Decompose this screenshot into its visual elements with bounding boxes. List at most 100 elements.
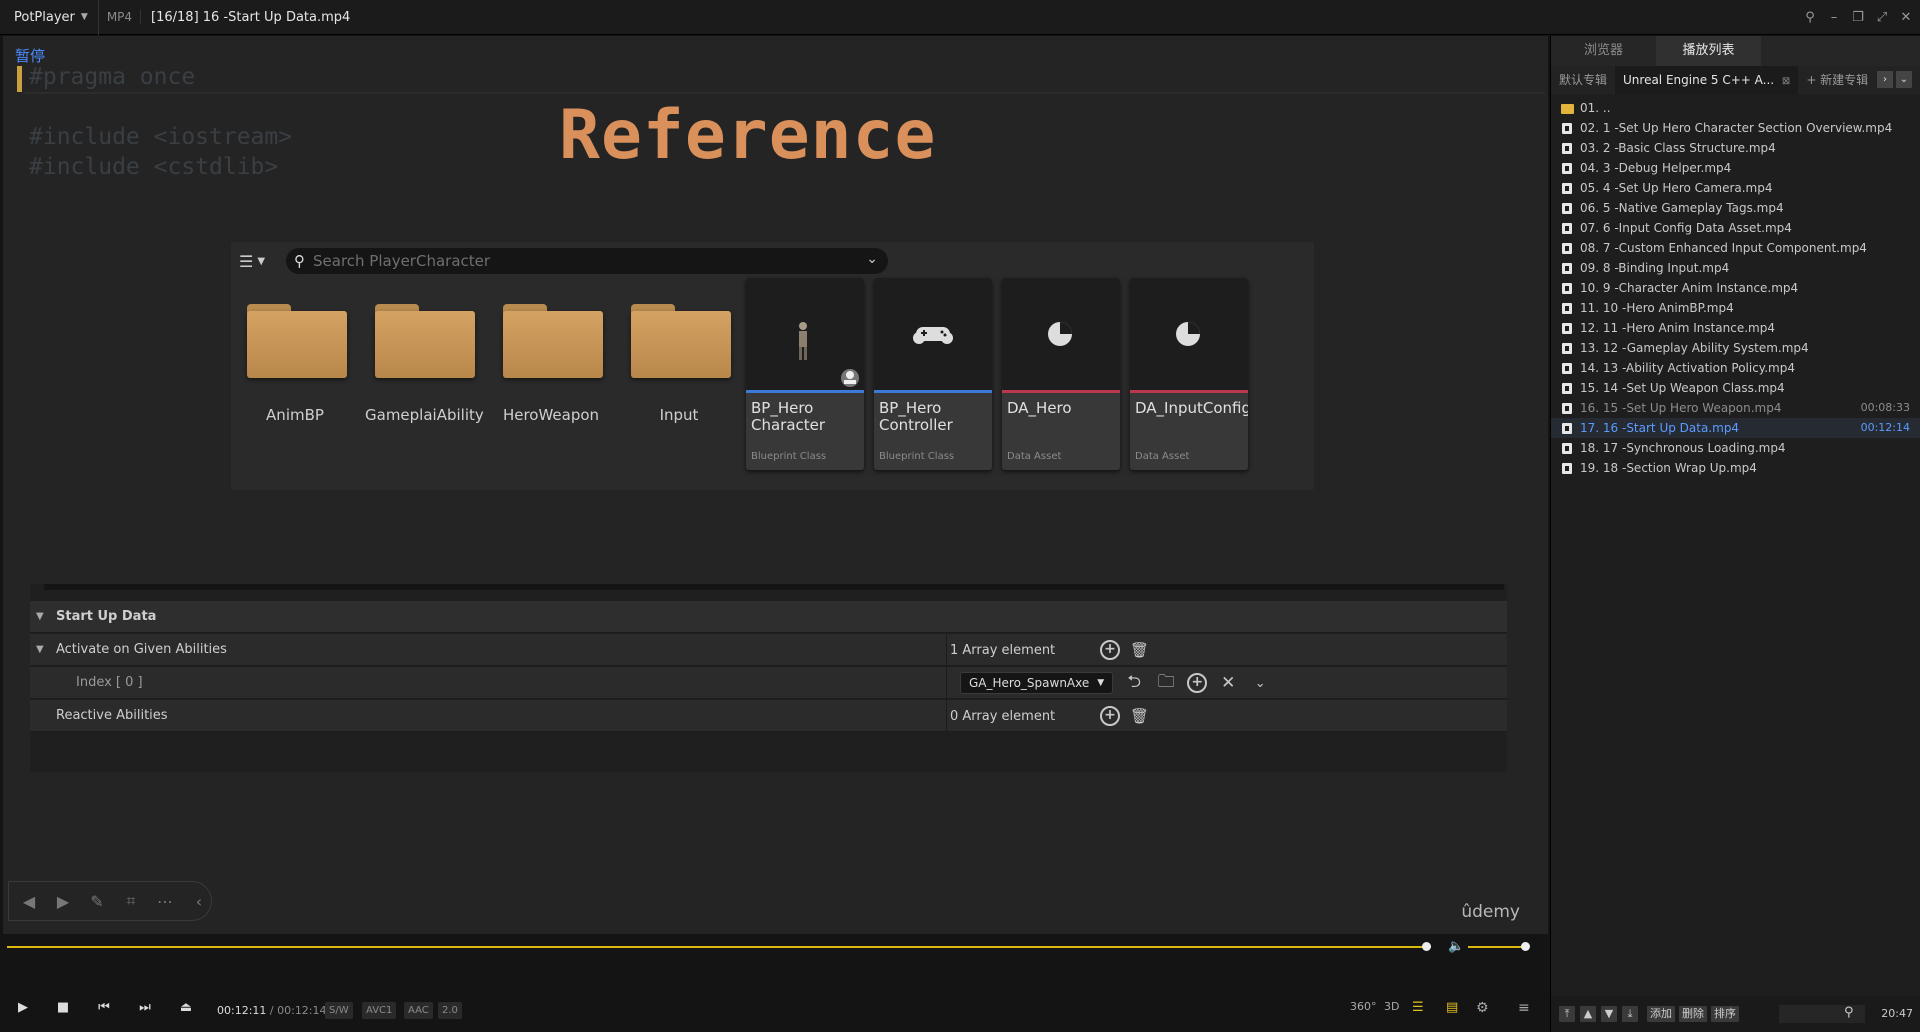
asset-tile[interactable]: DA_InputConfig Data Asset [1130,278,1248,470]
playlist-item[interactable]: 06. 5 -Native Gameplay Tags.mp4 [1551,198,1920,218]
seek-bar[interactable] [7,946,1431,948]
property-row[interactable]: Index [ 0 ] GA_Hero_SpawnAxe ▼ ⮌ 🗀 + ✕ ⌄ [30,667,1507,699]
add-element-icon[interactable]: + [1100,640,1120,660]
collapse-icon: ▼ [36,611,44,622]
subtitle-icon[interactable]: ▤ [1446,1000,1458,1015]
folder-item[interactable]: AnimBP [237,278,353,468]
chevron-down-icon[interactable]: ⌄ [1896,71,1912,88]
settings-icon[interactable]: ⚙ [1476,1000,1489,1016]
move-top-icon[interactable]: ⤒ [1559,1006,1575,1022]
folder-item[interactable]: Input [621,278,737,468]
previous-icon[interactable]: ⏮ [93,1000,115,1022]
playlist-item[interactable]: 14. 13 -Ability Activation Policy.mp4 [1551,358,1920,378]
playlist-item[interactable]: 07. 6 -Input Config Data Asset.mp4 [1551,218,1920,238]
add-button[interactable]: 添加 [1647,1006,1675,1022]
file-icon [1562,243,1572,254]
playlist-item[interactable]: 19. 18 -Section Wrap Up.mp4 [1551,458,1920,478]
eject-icon[interactable]: ⏏ [175,1000,197,1022]
sort-button[interactable]: 排序 [1711,1006,1739,1022]
use-selected-icon[interactable]: ⮌ [1123,669,1145,698]
playlist-item[interactable]: 03. 2 -Basic Class Structure.mp4 [1551,138,1920,158]
pin-icon[interactable]: ⚲ [1802,10,1818,25]
browse-icon[interactable]: 🗀 [1155,669,1177,698]
move-bottom-icon[interactable]: ⤓ [1622,1006,1638,1022]
minimize-icon[interactable]: – [1826,10,1842,25]
close-icon[interactable]: ⊠ [1782,76,1790,87]
move-down-icon[interactable]: ▼ [1601,1006,1617,1022]
restore-icon[interactable]: ❐ [1850,10,1866,25]
audio-codec-badge[interactable]: AAC [404,1002,433,1019]
playlist-search-icon[interactable]: ☰ [1412,1000,1424,1015]
property-row[interactable]: ▼ Activate on Given Abilities 1 Array el… [30,634,1507,666]
channels-badge[interactable]: 2.0 [438,1002,462,1019]
asset-tile[interactable]: BP_Hero Character Blueprint Class [746,278,864,470]
delete-button[interactable]: 删除 [1679,1006,1707,1022]
search-icon[interactable]: ⚲ [1844,1005,1854,1020]
code-line: #pragma once [29,64,196,90]
album-current-label: Unreal Engine 5 C++ A... [1623,73,1775,87]
asset-tile[interactable]: BP_Hero Controller Blueprint Class [874,278,992,470]
playlist-item[interactable]: 18. 17 -Synchronous Loading.mp4 [1551,438,1920,458]
chevron-down-icon[interactable]: ⌄ [1249,676,1271,691]
close-icon[interactable]: ✕ [1898,10,1914,25]
playlist-item[interactable]: 11. 10 -Hero AnimBP.mp4 [1551,298,1920,318]
pencil-icon[interactable]: ✎ [87,892,107,911]
asset-tile[interactable]: DA_Hero Data Asset [1002,278,1120,470]
collapse-left-icon[interactable]: ‹ [189,892,209,911]
playlist-item[interactable]: 15. 14 -Set Up Weapon Class.mp4 [1551,378,1920,398]
trash-icon[interactable]: 🗑 [1130,641,1149,659]
playlist-item[interactable]: 09. 8 -Binding Input.mp4 [1551,258,1920,278]
play-icon[interactable]: ▶ [12,1000,34,1022]
seek-handle[interactable] [1421,942,1431,951]
playlist-item[interactable]: 02. 1 -Set Up Hero Character Section Ove… [1551,118,1920,138]
3d-button[interactable]: 3D [1384,1000,1399,1013]
more-icon[interactable]: ⋯ [155,892,175,911]
filter-button[interactable]: ☰ ▼ [239,250,275,272]
capture-icon[interactable]: ⌗ [121,891,141,911]
playlist-item[interactable]: 10. 9 -Character Anim Instance.mp4 [1551,278,1920,298]
tab-browser[interactable]: 浏览器 [1551,36,1656,66]
property-row[interactable]: Reactive Abilities 0 Array element + 🗑 [30,700,1507,732]
folder-item[interactable]: HeroWeapon [493,278,609,468]
album-new[interactable]: + 新建专辑 [1798,66,1876,94]
playlist-item[interactable]: 08. 7 -Custom Enhanced Input Component.m… [1551,238,1920,258]
volume-handle[interactable] [1521,942,1530,951]
next-icon[interactable]: ⏭ [134,1000,156,1022]
playlist-item[interactable]: 04. 3 -Debug Helper.mp4 [1551,158,1920,178]
stop-icon[interactable]: ■ [52,1000,74,1022]
menu-icon[interactable]: ≡ [1518,1000,1530,1016]
section-header[interactable]: ▼ Start Up Data [30,601,1507,633]
chevron-right-icon[interactable]: › [1877,71,1893,88]
playlist-item[interactable]: 01. .. [1551,98,1920,118]
rewind-icon[interactable]: ◀ [19,892,39,911]
section-title: Start Up Data [56,609,157,624]
vr-360-button[interactable]: 360° [1350,1000,1377,1013]
album-current[interactable]: Unreal Engine 5 C++ A... ⊠ [1615,66,1799,94]
fullscreen-icon[interactable]: ⤢ [1874,10,1890,25]
volume-icon[interactable]: 🔈 [1448,939,1464,954]
video-codec-badge[interactable]: AVC1 [362,1002,397,1019]
move-up-icon[interactable]: ▲ [1580,1006,1596,1022]
add-element-icon[interactable]: + [1100,706,1120,726]
playlist-item[interactable]: 05. 4 -Set Up Hero Camera.mp4 [1551,178,1920,198]
add-icon[interactable]: + [1187,673,1208,693]
playlist-item[interactable]: 16. 15 -Set Up Hero Weapon.mp4 00:08:33 [1551,398,1920,418]
album-default[interactable]: 默认专辑 [1551,66,1615,94]
search-input[interactable]: ⚲ Search PlayerCharacter ⌄ [286,248,888,274]
album-tabs: 默认专辑 Unreal Engine 5 C++ A... ⊠ + 新建专辑 ›… [1551,66,1920,94]
playlist-item-current[interactable]: 17. 16 -Start Up Data.mp4 00:12:14 [1551,418,1920,438]
forward-icon[interactable]: ▶ [53,892,73,911]
app-menu-button[interactable]: PotPlayer ▼ [0,0,99,35]
file-icon [1562,343,1572,354]
playlist-item[interactable]: 12. 11 -Hero Anim Instance.mp4 [1551,318,1920,338]
playlist-item[interactable]: 13. 12 -Gameplay Ability System.mp4 [1551,338,1920,358]
folder-item[interactable]: GameplaiAbility [365,278,484,468]
video-frame[interactable]: 暂停 #pragma once #include <iostream> #inc… [3,36,1548,934]
decoder-badge[interactable]: S/W [325,1002,353,1019]
clear-icon[interactable]: ✕ [1217,673,1239,693]
trash-icon[interactable]: 🗑 [1130,707,1149,725]
tab-playlist[interactable]: 播放列表 [1656,36,1761,66]
playlist-item-duration: 00:12:14 [1860,421,1910,434]
class-picker-dropdown[interactable]: GA_Hero_SpawnAxe ▼ [960,672,1114,694]
volume-slider[interactable] [1468,946,1528,948]
